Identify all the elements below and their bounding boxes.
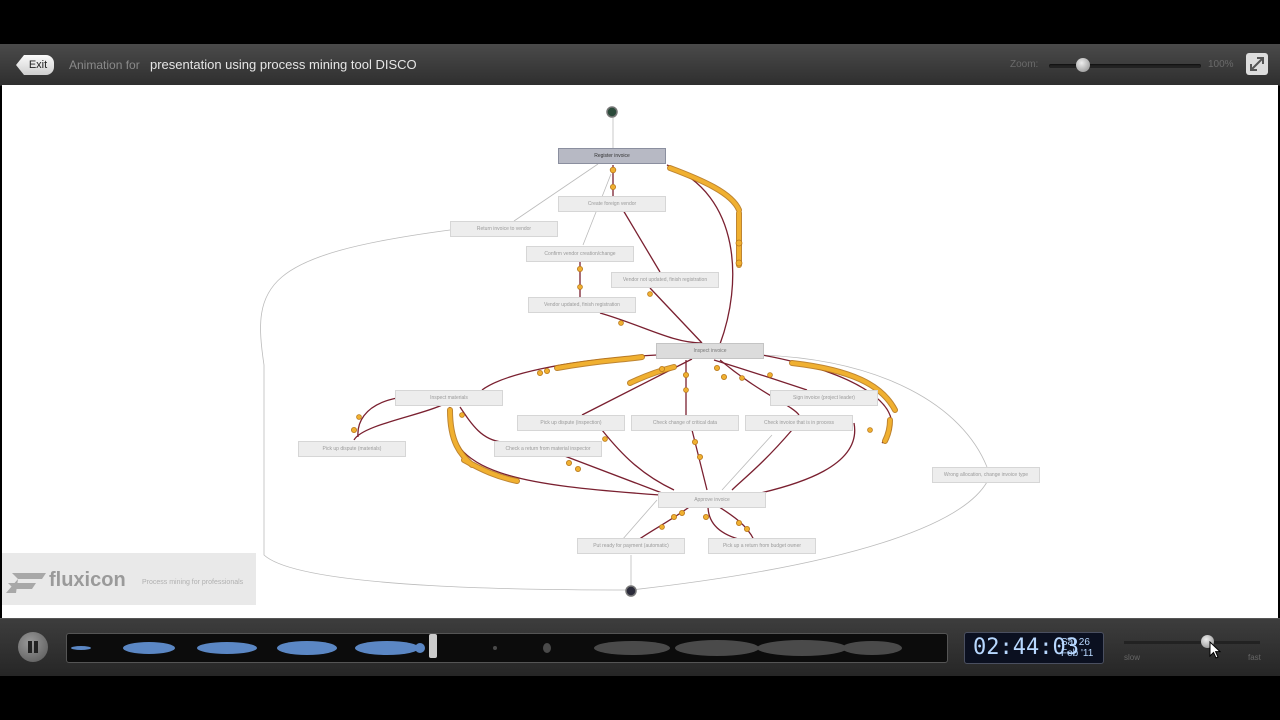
node-return-invoice[interactable]: Return invoice to vendor [450,221,558,237]
pause-bar-right [34,641,38,653]
brand-name: fluxicon [49,569,126,591]
node-wrong-allocation[interactable]: Wrong allocation, change invoice type [932,467,1040,483]
brand-tagline: Process mining for professionals [142,579,244,586]
fluxicon-logo: fluxicon Process mining for professional… [2,553,256,605]
process-map-canvas[interactable]: Register invoice Create foreign vendor R… [2,85,1278,618]
node-check-critical-data[interactable]: Check change of critical data [631,415,739,431]
animation-toolbar: Exit Animation for presentation using pr… [0,44,1280,86]
fullscreen-button[interactable] [1246,53,1268,75]
node-vendor-not-updated[interactable]: Vendor not updated, finish registration [611,272,719,288]
clock-date: Feb '11 [1061,648,1094,659]
node-inspect-invoice[interactable]: Inspect invoice [656,343,764,359]
node-approve-invoice[interactable]: Approve invoice [658,492,766,508]
clock-display: 02:44:03 Sat 26 Feb '11 [964,632,1104,664]
node-pickup-dispute-materials[interactable]: Pick up dispute (materials) [298,441,406,457]
speed-slider-track[interactable] [1124,641,1260,644]
clock-day: Sat 26 [1061,637,1090,648]
end-node [625,585,637,597]
playback-bar: 02:44:03 Sat 26 Feb '11 slow fast [0,618,1280,676]
fluxicon-mark-icon [6,573,46,593]
exit-button[interactable]: Exit [16,55,54,75]
speed-slow-label: slow [1124,653,1141,662]
animation-for-label: Animation for [69,58,140,72]
timeline-scrubber[interactable] [66,633,948,663]
activity-waveform [71,640,902,656]
pause-button[interactable] [18,632,48,662]
node-confirm-vendor[interactable]: Confirm vendor creation/change [526,246,634,262]
zoom-value: 100% [1208,59,1234,70]
animation-title: presentation using process mining tool D… [150,57,417,72]
zoom-slider-handle[interactable] [1076,58,1090,72]
node-pickup-dispute-inspection[interactable]: Pick up dispute (inspection) [517,415,625,431]
zoom-slider-track[interactable] [1049,64,1201,68]
timeline-playhead[interactable] [429,634,437,658]
node-check-return[interactable]: Check a return from material inspector [494,441,602,457]
node-inspect-materials[interactable]: Inspect materials [395,390,503,406]
expand-icon [1250,57,1264,71]
node-create-foreign-vendor[interactable]: Create foreign vendor [558,196,666,212]
node-vendor-updated[interactable]: Vendor updated, finish registration [528,297,636,313]
node-sign-invoice[interactable]: Sign invoice (project leader) [770,390,878,406]
pause-bar-left [28,641,32,653]
start-node [606,106,618,118]
node-check-invoice-process[interactable]: Check invoice that is in process [745,415,853,431]
node-put-ready-payment[interactable]: Put ready for payment (automatic) [577,538,685,554]
speed-fast-label: fast [1248,653,1261,662]
node-register-invoice[interactable]: Register invoice [558,148,666,164]
zoom-label: Zoom: [1010,59,1039,70]
node-pickup-return-budget[interactable]: Pick up a return from budget owner [708,538,816,554]
mouse-cursor-icon [1209,641,1222,659]
